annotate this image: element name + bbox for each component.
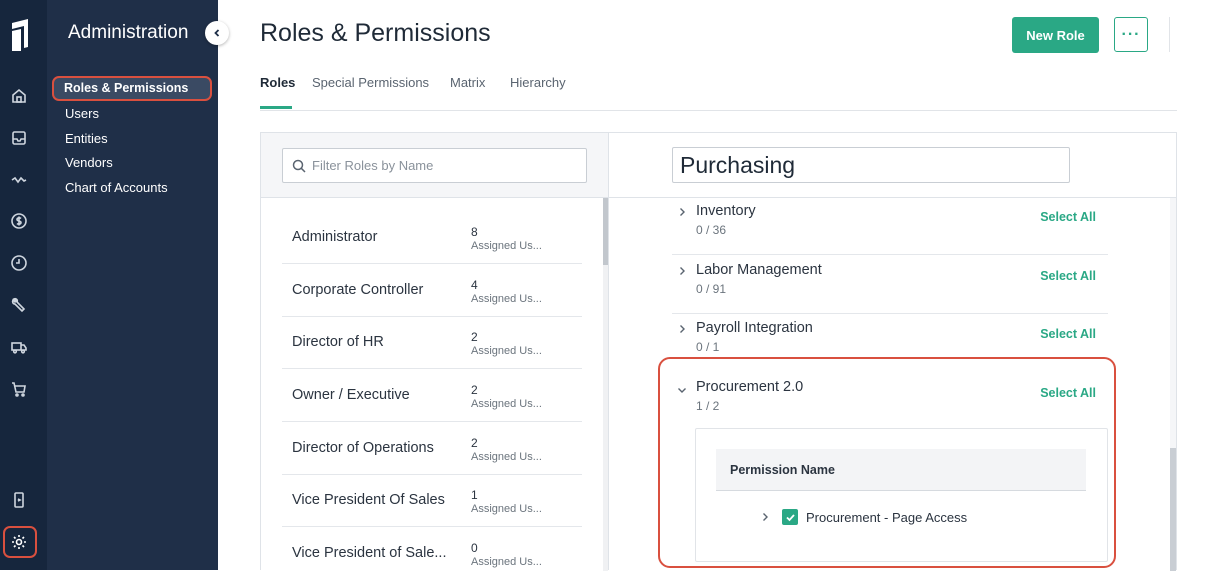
dollar-icon[interactable] xyxy=(9,211,29,231)
role-user-label: Assigned Us... xyxy=(471,451,542,463)
chevron-left-icon xyxy=(214,29,220,37)
nav-item-users[interactable]: Users xyxy=(65,106,99,121)
role-user-label: Assigned Us... xyxy=(471,240,542,252)
tabs-divider xyxy=(260,110,1177,111)
role-name: Owner / Executive xyxy=(292,387,410,403)
select-all-button[interactable]: Select All xyxy=(1040,210,1096,224)
active-tab-indicator xyxy=(260,106,292,109)
collapse-nav-button[interactable] xyxy=(205,21,229,45)
group-count: 0 / 91 xyxy=(696,282,727,296)
role-name: Corporate Controller xyxy=(292,282,424,298)
permission-label: Procurement - Page Access xyxy=(806,509,968,525)
group-name: Procurement 2.0 xyxy=(696,379,804,395)
app-logo-icon[interactable] xyxy=(9,17,33,53)
role-user-label: Assigned Us... xyxy=(471,503,542,515)
nav-title: Administration xyxy=(68,22,189,43)
nav-item-roles-permissions[interactable]: Roles & Permissions xyxy=(52,76,212,101)
permissions-scrollbar[interactable] xyxy=(1170,198,1176,571)
role-user-count: 2 xyxy=(471,383,478,397)
group-name: Inventory xyxy=(696,203,756,219)
roles-filter-bar xyxy=(261,133,608,198)
role-user-label: Assigned Us... xyxy=(471,398,542,410)
more-options-button[interactable]: ··· xyxy=(1114,17,1148,52)
role-user-label: Assigned Us... xyxy=(471,345,542,357)
select-all-button[interactable]: Select All xyxy=(1040,386,1096,400)
check-icon xyxy=(785,513,795,521)
role-user-count: 2 xyxy=(471,436,478,450)
chevron-right-icon xyxy=(680,208,685,216)
roles-list-panel: Administrator 8 Assigned Us... Corporate… xyxy=(260,132,609,571)
group-name: Labor Management xyxy=(696,262,822,278)
role-name: Director of Operations xyxy=(292,440,434,456)
tab-hierarchy[interactable]: Hierarchy xyxy=(510,75,566,90)
cart-icon[interactable] xyxy=(9,379,29,399)
group-count: 1 / 2 xyxy=(696,399,720,413)
permission-group-procurement[interactable]: Procurement 2.0 1 / 2 Select All xyxy=(672,373,1108,431)
group-count: 0 / 36 xyxy=(696,223,727,237)
home-icon[interactable] xyxy=(9,86,29,106)
permission-checkbox[interactable] xyxy=(782,509,798,525)
role-row[interactable]: Director of Operations 2 Assigned Us... xyxy=(282,422,582,475)
inbox-icon[interactable] xyxy=(9,128,29,148)
chevron-right-icon xyxy=(680,325,685,333)
select-all-button[interactable]: Select All xyxy=(1040,327,1096,341)
role-name: Vice President Of Sales xyxy=(292,492,445,508)
role-row[interactable]: Administrator 8 Assigned Us... xyxy=(282,211,582,264)
group-count: 0 / 1 xyxy=(696,340,720,354)
permission-item[interactable]: Procurement - Page Access xyxy=(760,507,967,527)
wrench-icon[interactable] xyxy=(9,295,29,315)
nav-item-chart-of-accounts[interactable]: Chart of Accounts xyxy=(65,180,168,195)
icon-rail xyxy=(0,0,47,570)
role-user-label: Assigned Us... xyxy=(471,293,542,305)
group-name: Payroll Integration xyxy=(696,320,813,336)
role-user-count: 0 xyxy=(471,541,478,555)
activity-icon[interactable] xyxy=(9,170,29,190)
chevron-right-icon[interactable] xyxy=(760,512,770,522)
admin-nav: Administration Roles & Permissions Users… xyxy=(47,0,218,570)
header-divider xyxy=(1169,17,1170,52)
tab-roles[interactable]: Roles xyxy=(260,75,295,90)
role-row[interactable]: Vice President Of Sales 1 Assigned Us... xyxy=(282,474,582,527)
truck-icon[interactable] xyxy=(9,337,29,357)
role-name: Director of HR xyxy=(292,334,384,350)
chevron-down-icon xyxy=(678,388,686,393)
permission-group-inventory[interactable]: Inventory 0 / 36 Select All xyxy=(672,197,1108,255)
tab-matrix[interactable]: Matrix xyxy=(450,75,485,90)
role-row[interactable]: Corporate Controller 4 Assigned Us... xyxy=(282,264,582,317)
clock-icon[interactable] xyxy=(9,253,29,273)
chevron-right-icon xyxy=(680,267,685,275)
filter-roles-field[interactable] xyxy=(282,148,587,183)
role-user-count: 2 xyxy=(471,330,478,344)
role-user-label: Assigned Us... xyxy=(471,556,542,568)
role-name-bar: Purchasing xyxy=(609,133,1176,198)
nav-item-entities[interactable]: Entities xyxy=(65,131,108,146)
mobile-icon[interactable] xyxy=(9,490,29,510)
role-user-count: 4 xyxy=(471,278,478,292)
page-title: Roles & Permissions xyxy=(260,19,491,47)
role-user-count: 1 xyxy=(471,488,478,502)
permission-name-header: Permission Name xyxy=(716,449,1086,491)
role-row[interactable]: Owner / Executive 2 Assigned Us... xyxy=(282,369,582,422)
nav-item-vendors[interactable]: Vendors xyxy=(65,155,113,170)
role-name-input[interactable]: Purchasing xyxy=(672,147,1070,183)
tab-special-permissions[interactable]: Special Permissions xyxy=(312,75,429,90)
gear-icon[interactable] xyxy=(9,532,29,552)
role-name: Administrator xyxy=(292,229,378,245)
search-icon xyxy=(292,159,306,173)
role-row[interactable]: Director of HR 2 Assigned Us... xyxy=(282,316,582,369)
role-name: Vice President of Sale... xyxy=(292,545,447,561)
role-row[interactable]: Vice President of Sale... 0 Assigned Us.… xyxy=(282,527,582,580)
role-user-count: 8 xyxy=(471,225,478,239)
select-all-button[interactable]: Select All xyxy=(1040,269,1096,283)
filter-roles-input[interactable] xyxy=(312,158,572,173)
permission-group-labor-management[interactable]: Labor Management 0 / 91 Select All xyxy=(672,256,1108,314)
new-role-button[interactable]: New Role xyxy=(1012,17,1099,53)
scrollbar-thumb[interactable] xyxy=(1170,448,1176,571)
